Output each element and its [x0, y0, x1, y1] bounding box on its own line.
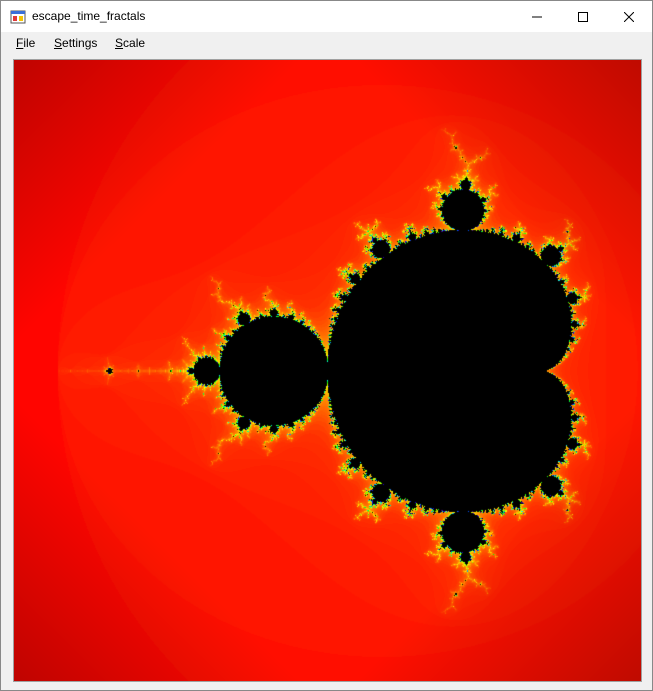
close-icon [624, 11, 634, 22]
minimize-button[interactable] [514, 1, 560, 32]
fractal-canvas[interactable] [14, 60, 641, 681]
menu-scale-label: cale [123, 36, 146, 50]
menu-file-label: ile [23, 36, 36, 50]
maximize-button[interactable] [560, 1, 606, 32]
minimize-icon [532, 16, 542, 17]
menu-bar: File Settings Scale [1, 32, 652, 56]
fractal-panel[interactable] [13, 59, 642, 682]
maximize-icon [578, 11, 588, 22]
app-window: escape_time_fractals File Settings Scale [0, 0, 653, 691]
app-icon[interactable] [10, 9, 26, 25]
title-bar[interactable]: escape_time_fractals [1, 1, 652, 32]
menu-settings[interactable]: Settings [51, 36, 100, 50]
menu-scale[interactable]: Scale [112, 36, 148, 50]
close-button[interactable] [606, 1, 652, 32]
menu-settings-label: ettings [62, 36, 98, 50]
window-title: escape_time_fractals [32, 9, 146, 23]
menu-scale-mnemonic: S [115, 36, 124, 50]
menu-settings-mnemonic: S [54, 36, 63, 50]
menu-file[interactable]: File [13, 36, 38, 50]
